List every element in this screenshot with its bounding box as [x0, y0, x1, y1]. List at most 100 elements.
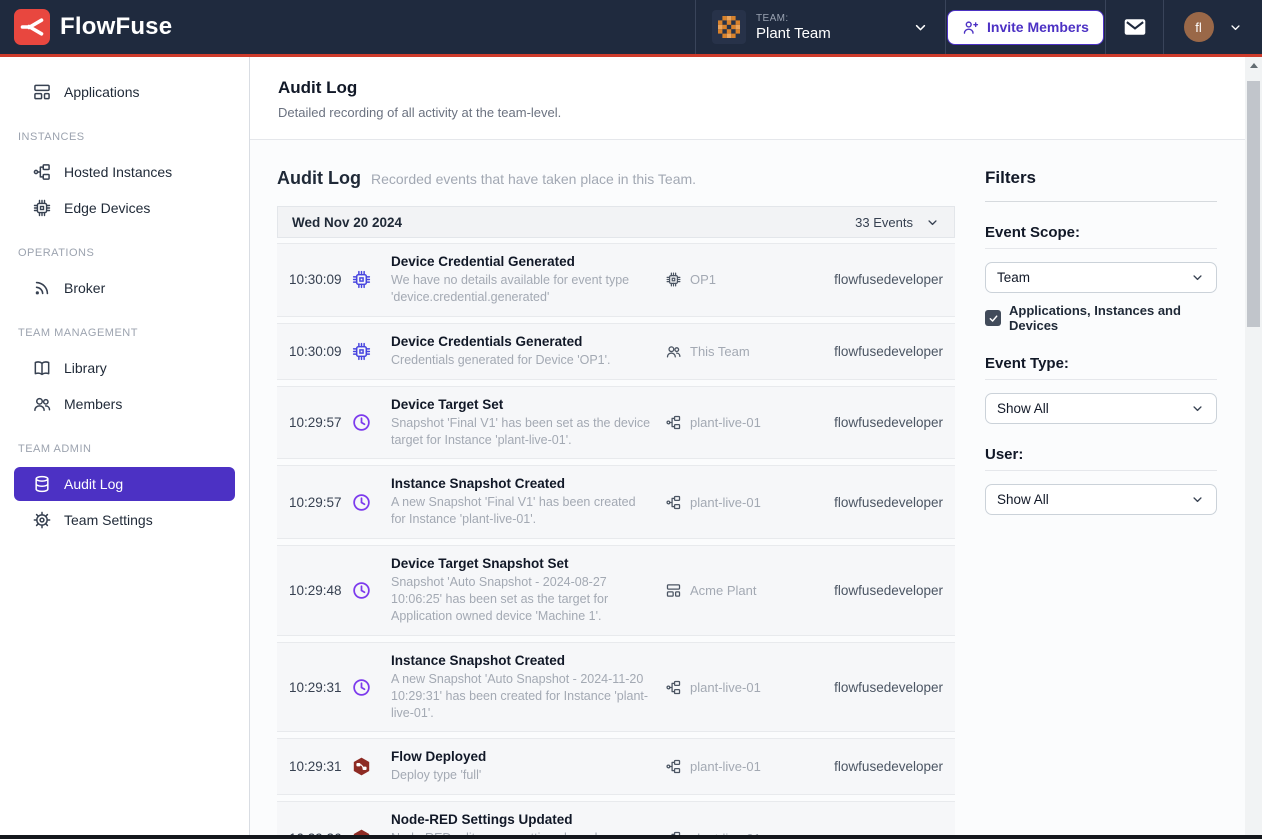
- audit-section-heading: Audit Log Recorded events that have take…: [277, 168, 955, 189]
- audit-log-row: 10:29:57 Device Target Set Snapshot 'Fin…: [277, 386, 955, 460]
- clock-icon: [351, 492, 372, 513]
- scope-label: plant-live-01: [690, 680, 761, 695]
- sidebar-item-applications[interactable]: Applications: [14, 75, 235, 109]
- event-user: flowfusedeveloper: [815, 415, 943, 430]
- sidebar-item-edge-devices[interactable]: Edge Devices: [14, 191, 235, 225]
- sidebar-section-heading: OPERATIONS: [18, 247, 249, 259]
- sidebar-item-label: Hosted Instances: [64, 164, 172, 180]
- filters-panel: Filters Event Scope: Team Applications, …: [985, 168, 1217, 836]
- sidebar-item-team-settings[interactable]: Team Settings: [14, 503, 235, 537]
- sidebar-item-library[interactable]: Library: [14, 351, 235, 385]
- event-title: Device Target Set: [391, 397, 653, 412]
- team-label: TEAM:: [756, 13, 902, 24]
- library-icon: [32, 358, 52, 378]
- scrollbar-up-arrow[interactable]: [1245, 57, 1262, 74]
- event-description: We have no details available for event t…: [391, 272, 653, 306]
- instances-icon: [665, 414, 682, 431]
- members-icon: [665, 343, 682, 360]
- group-collapse-toggle[interactable]: 33 Events: [855, 215, 940, 230]
- instances-icon: [665, 758, 682, 775]
- filters-title: Filters: [985, 168, 1217, 202]
- audit-section-title: Audit Log: [277, 168, 361, 189]
- chevron-down-icon: [1228, 20, 1243, 35]
- checkbox-checked-icon[interactable]: [985, 310, 1001, 326]
- applications-icon: [665, 582, 682, 599]
- event-scope-value: Team: [997, 270, 1030, 285]
- top-navbar: FlowFuse TEAM: Plant Team Invite Members: [0, 0, 1262, 57]
- event-scope-label: Event Scope:: [985, 224, 1217, 249]
- page-header: Audit Log Detailed recording of all acti…: [250, 57, 1245, 140]
- user-plus-icon: [962, 19, 979, 36]
- event-title: Instance Snapshot Created: [391, 653, 653, 668]
- main-content: Audit Log Detailed recording of all acti…: [250, 57, 1245, 836]
- event-time: 10:29:57: [289, 415, 351, 430]
- scope-label: plant-live-01: [690, 495, 761, 510]
- sidebar-item-label: Broker: [64, 280, 105, 296]
- event-description: A new Snapshot 'Auto Snapshot - 2024-11-…: [391, 671, 653, 722]
- user-filter-select[interactable]: Show All: [985, 484, 1217, 515]
- event-title: Device Credential Generated: [391, 254, 653, 269]
- date-group-header[interactable]: Wed Nov 20 2024 33 Events: [277, 206, 955, 238]
- event-user: flowfusedeveloper: [815, 272, 943, 287]
- chip-icon: [665, 271, 682, 288]
- sidebar-item-hosted-instances[interactable]: Hosted Instances: [14, 155, 235, 189]
- scope-label: Acme Plant: [690, 583, 756, 598]
- clock-icon: [351, 677, 372, 698]
- audit-log-row: 10:30:09 Device Credential Generated We …: [277, 243, 955, 317]
- sidebar-item-label: Members: [64, 396, 122, 412]
- sidebar-item-broker[interactable]: Broker: [14, 271, 235, 305]
- event-time: 10:29:48: [289, 583, 351, 598]
- sidebar-section-heading: INSTANCES: [18, 131, 249, 143]
- invite-members-button[interactable]: Invite Members: [947, 10, 1104, 45]
- user-avatar[interactable]: fl: [1184, 12, 1214, 42]
- brand-home-link[interactable]: FlowFuse: [0, 0, 172, 54]
- event-user: flowfusedeveloper: [815, 344, 943, 359]
- event-type-select[interactable]: Show All: [985, 393, 1217, 424]
- page-subtitle: Detailed recording of all activity at th…: [278, 105, 1217, 120]
- event-description: A new Snapshot 'Final V1' has been creat…: [391, 494, 653, 528]
- sidebar-item-label: Audit Log: [64, 476, 123, 492]
- audit-section-subtitle: Recorded events that have taken place in…: [371, 171, 696, 187]
- user-menu[interactable]: fl: [1163, 0, 1262, 54]
- event-time: 10:30:09: [289, 344, 351, 359]
- event-title: Instance Snapshot Created: [391, 476, 653, 491]
- audit-log-row: 10:29:48 Device Target Snapshot Set Snap…: [277, 545, 955, 636]
- clock-icon: [351, 580, 372, 601]
- page-title: Audit Log: [278, 78, 1217, 98]
- scope-include-checkbox-row[interactable]: Applications, Instances and Devices: [985, 303, 1217, 333]
- event-time: 10:29:31: [289, 680, 351, 695]
- chevron-down-icon: [1190, 401, 1205, 416]
- user-filter-label: User:: [985, 446, 1217, 471]
- sidebar-item-members[interactable]: Members: [14, 387, 235, 421]
- user-filter-value: Show All: [997, 492, 1049, 507]
- chevron-down-icon: [1190, 270, 1205, 285]
- audit-log-row: 10:29:31 Instance Snapshot Created A new…: [277, 642, 955, 733]
- scrollbar-thumb[interactable]: [1247, 81, 1260, 327]
- chip-icon: [351, 269, 372, 290]
- event-user: flowfusedeveloper: [815, 680, 943, 695]
- sidebar-nav: Applications INSTANCES Hosted Instances …: [0, 57, 250, 836]
- event-description: Credentials generated for Device 'OP1'.: [391, 352, 653, 369]
- scope-label: OP1: [690, 272, 716, 287]
- event-time: 10:29:31: [289, 759, 351, 774]
- vertical-scrollbar[interactable]: [1245, 57, 1262, 836]
- audit-log-row: 10:29:31 Flow Deployed Deploy type 'full…: [277, 738, 955, 795]
- instances-icon: [665, 494, 682, 511]
- team-name: Plant Team: [756, 25, 902, 42]
- event-user: flowfusedeveloper: [815, 759, 943, 774]
- audit-log-row: 10:29:26 Node-RED Settings Updated Node-…: [277, 801, 955, 836]
- audit-log-row: 10:29:57 Instance Snapshot Created A new…: [277, 465, 955, 539]
- mail-icon: [1122, 14, 1148, 40]
- scope-label: plant-live-01: [690, 759, 761, 774]
- notifications-button[interactable]: [1122, 14, 1148, 40]
- chevron-down-icon: [925, 215, 940, 230]
- event-user: flowfusedeveloper: [815, 583, 943, 598]
- chip-icon: [351, 341, 372, 362]
- event-title: Flow Deployed: [391, 749, 653, 764]
- team-selector[interactable]: TEAM: Plant Team: [695, 0, 945, 54]
- event-scope-select[interactable]: Team: [985, 262, 1217, 293]
- chevron-down-icon: [912, 19, 929, 36]
- sidebar-item-label: Applications: [64, 84, 140, 100]
- sidebar-item-audit-log[interactable]: Audit Log: [14, 467, 235, 501]
- scope-label: This Team: [690, 344, 750, 359]
